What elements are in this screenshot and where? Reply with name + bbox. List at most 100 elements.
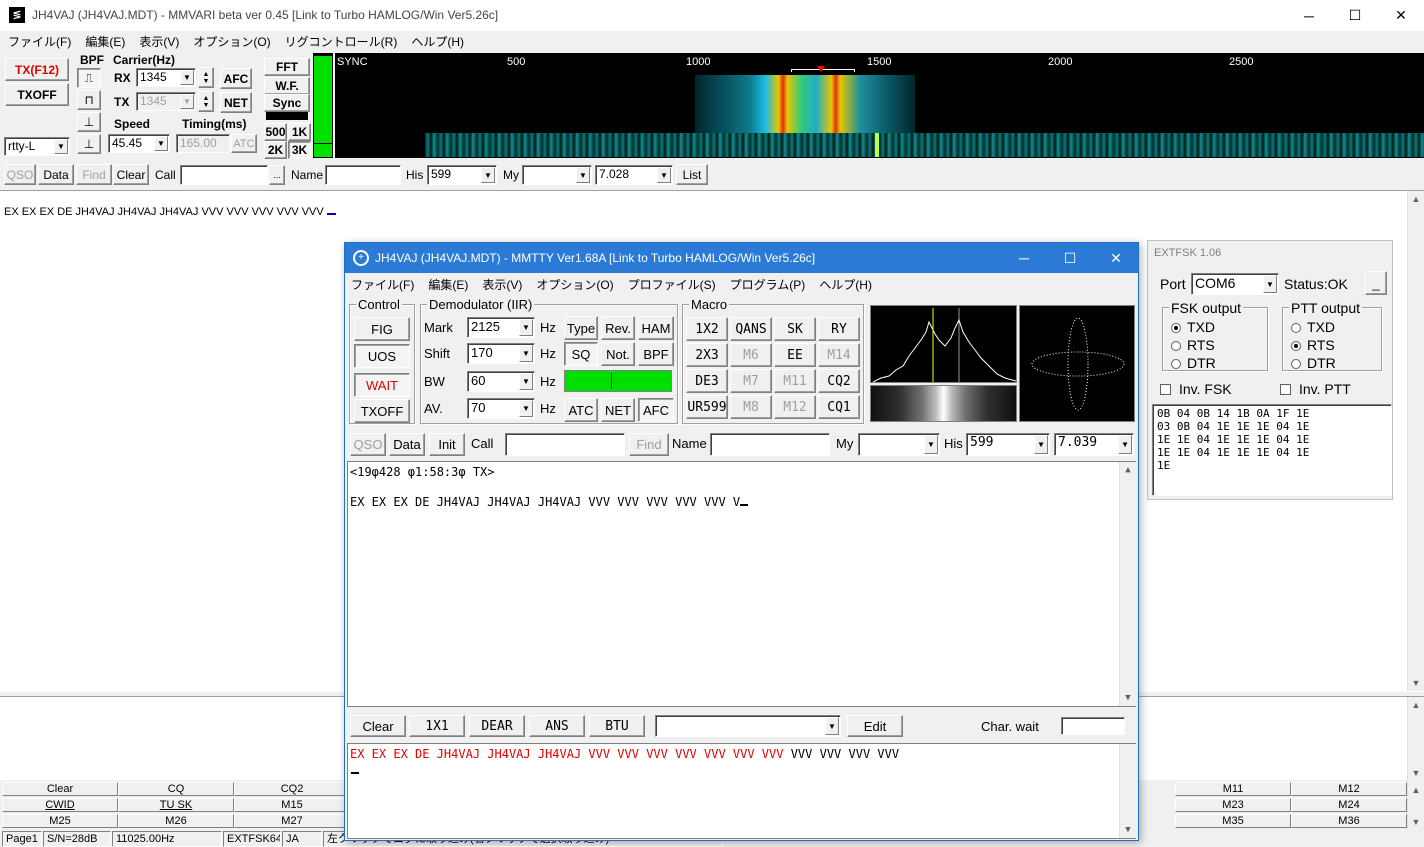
mode-select[interactable]: rtty-L ▼ (4, 137, 70, 156)
mmtty-menu-program[interactable]: プログラム(P) (730, 276, 806, 293)
minimize-button[interactable]: ─ (1286, 0, 1332, 31)
bw-select[interactable]: 60 ▼ (467, 371, 535, 392)
ptt-rts-radio[interactable]: RTS (1291, 337, 1335, 353)
timing-input[interactable]: 165.00 (176, 134, 230, 153)
macro-btu-button[interactable]: BTU (589, 715, 645, 737)
close-button[interactable]: ✕ (1378, 0, 1424, 31)
my-rst-select[interactable]: ▼ (522, 165, 592, 185)
init-button[interactable]: Init (429, 433, 465, 456)
tx-spin-button[interactable]: ▲ ▼ (198, 91, 214, 112)
type-button[interactable]: Type (564, 316, 598, 340)
mmtty-net-button[interactable]: NET (601, 398, 635, 422)
fig-button[interactable]: FIG (354, 317, 410, 341)
name-input[interactable] (325, 165, 401, 185)
rev-button[interactable]: Rev. (601, 316, 635, 340)
menu-edit[interactable]: 編集(E) (85, 33, 125, 51)
scroll-down-icon[interactable]: ▼ (1408, 814, 1424, 830)
menu-options[interactable]: オプション(O) (193, 33, 270, 51)
mmtty-macro-button[interactable]: CQ1 (818, 395, 860, 419)
mmtty-macro-button[interactable]: RY (818, 317, 860, 341)
scroll-down-icon[interactable]: ▼ (1120, 690, 1136, 706)
macro-m26-button[interactable]: M26 (118, 814, 234, 828)
mmtty-macro-button[interactable]: M8 (730, 395, 772, 419)
data-button[interactable]: Data (38, 164, 74, 185)
mmtty-find-button[interactable]: Find (629, 433, 669, 456)
scroll-up-icon[interactable]: ▲ (1408, 782, 1424, 798)
macro-dear-button[interactable]: DEAR (469, 715, 525, 737)
inv-fsk-checkbox[interactable]: Inv. FSK (1160, 381, 1232, 397)
mmtty-name-input[interactable] (710, 433, 830, 456)
macro-1x1-button[interactable]: 1X1 (409, 715, 465, 737)
mmtty-menu-help[interactable]: ヘルプ(H) (819, 276, 872, 293)
menu-rig-control[interactable]: リグコントロール(R) (285, 33, 398, 51)
mmtty-rx-scrollbar[interactable]: ▲ ▼ (1119, 462, 1136, 706)
bandwidth-3k-button[interactable]: 3K (288, 141, 311, 159)
mmtty-macro-button[interactable]: M6 (730, 343, 772, 367)
mmtty-minimize-button[interactable]: ─ (1001, 243, 1047, 273)
bandwidth-1k-button[interactable]: 1K (288, 123, 311, 141)
inv-ptt-checkbox[interactable]: Inv. PTT (1280, 381, 1351, 397)
mmtty-macro-button[interactable]: UR599 (686, 395, 728, 419)
macro-cwid-button[interactable]: CWID (2, 798, 118, 812)
mmtty-rx-pane[interactable]: <19φ428 φ1:58:3φ TX> EX EX EX DE JH4VAJ … (347, 461, 1136, 707)
ptt-dtr-radio[interactable]: DTR (1291, 355, 1336, 371)
mmtty-call-input[interactable] (505, 433, 625, 456)
macro-m36-button[interactable]: M36 (1291, 814, 1407, 828)
bpf-mid-button[interactable]: ⊓ (77, 90, 101, 110)
macro-m27-button[interactable]: M27 (234, 814, 350, 828)
sq-button[interactable]: SQ (564, 342, 598, 366)
uos-button[interactable]: UOS (354, 344, 410, 368)
port-select[interactable]: COM6 ▼ (1191, 273, 1279, 295)
scroll-down-icon[interactable]: ▼ (1408, 675, 1424, 691)
qso-button[interactable]: QSO (4, 164, 36, 185)
mmtty-macro-button[interactable]: M12 (774, 395, 816, 419)
fsk-dtr-radio[interactable]: DTR (1171, 355, 1216, 371)
mmtty-bpf-button[interactable]: BPF (638, 342, 674, 366)
his-rst-select[interactable]: 599 ▼ (427, 165, 497, 185)
mmtty-afc-button[interactable]: AFC (638, 398, 674, 422)
mmtty-macro-button[interactable]: SK (774, 317, 816, 341)
mini-waterfall[interactable] (870, 385, 1017, 422)
squelch-level-meter[interactable] (564, 370, 672, 392)
macro-m35-button[interactable]: M35 (1175, 814, 1291, 828)
macro-cq2-button[interactable]: CQ2 (234, 782, 350, 796)
bpf-narrow-button[interactable]: ⊥ (77, 112, 101, 132)
main-tx-scrollbar[interactable]: ▲ ▼ (1407, 697, 1424, 781)
mmtty-close-button[interactable]: ✕ (1093, 243, 1138, 273)
mmtty-clear-button[interactable]: Clear (350, 715, 406, 737)
mmtty-txoff-button[interactable]: TXOFF (354, 399, 410, 423)
bandwidth-2k-button[interactable]: 2K (264, 141, 287, 159)
clear-button[interactable]: Clear (113, 164, 149, 185)
mmtty-macro-button[interactable]: DE3 (686, 369, 728, 393)
ptt-txd-radio[interactable]: TXD (1291, 319, 1335, 335)
mmtty-macro-button[interactable]: EE (774, 343, 816, 367)
scroll-up-icon[interactable]: ▲ (1408, 191, 1424, 207)
find-button[interactable]: Find (76, 164, 112, 185)
macro-ans-button[interactable]: ANS (529, 715, 585, 737)
mmtty-my-select[interactable]: ▼ (858, 433, 940, 456)
mmtty-maximize-button[interactable]: ☐ (1047, 243, 1093, 273)
mark-select[interactable]: 2125 ▼ (467, 317, 535, 338)
mmtty-macro-button[interactable]: QANS (730, 317, 772, 341)
macro-m24-button[interactable]: M24 (1291, 798, 1407, 812)
macro-m12-button[interactable]: M12 (1291, 782, 1407, 796)
mmtty-tx-scrollbar[interactable]: ▼ (1119, 744, 1136, 838)
speed-select[interactable]: 45.45 ▼ (108, 134, 170, 153)
mmtty-macro-button[interactable]: 2X3 (686, 343, 728, 367)
scroll-down-icon[interactable]: ▼ (1120, 822, 1136, 838)
mmtty-menu-options[interactable]: オプション(O) (536, 276, 613, 293)
mmtty-his-select[interactable]: 599 ▼ (966, 433, 1050, 456)
list-button[interactable]: List (676, 164, 708, 185)
shift-select[interactable]: 170 ▼ (467, 343, 535, 364)
macro-m23-button[interactable]: M23 (1175, 798, 1291, 812)
macro-m11-button[interactable]: M11 (1175, 782, 1291, 796)
waterfall-display[interactable]: SYNC 500 1000 1500 2000 2500 (335, 53, 1424, 158)
char-wait-slider[interactable] (1061, 717, 1125, 735)
macro-m25-button[interactable]: M25 (2, 814, 118, 828)
call-lookup-button[interactable]: ... (269, 165, 285, 185)
mmtty-tx-pane[interactable]: EX EX EX DE JH4VAJ JH4VAJ JH4VAJ VVV VVV… (347, 743, 1136, 839)
mmtty-macro-button[interactable]: 1X2 (686, 317, 728, 341)
mmtty-menu-file[interactable]: ファイル(F) (351, 276, 414, 293)
macro-clear-button[interactable]: Clear (2, 782, 118, 796)
bpf-sharp-button[interactable]: ⊥ (77, 134, 101, 154)
